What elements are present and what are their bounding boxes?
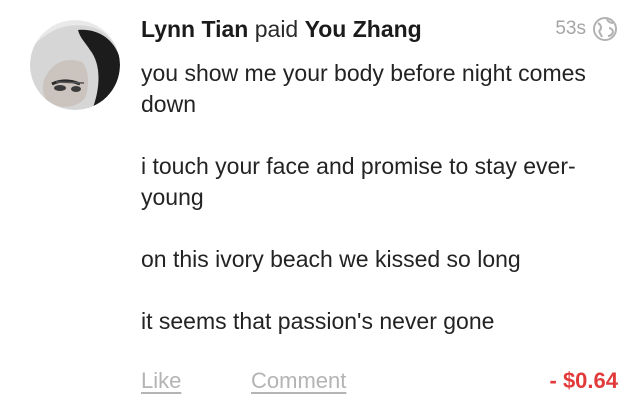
message-line: it seems that passion's never gone	[141, 308, 495, 334]
globe-icon	[593, 17, 617, 41]
avatar[interactable]	[30, 20, 120, 110]
story-meta: 53s	[555, 16, 618, 42]
payment-message: you show me your body before night comes…	[141, 58, 611, 368]
payment-amount: - $0.64	[549, 368, 619, 393]
avatar-photo	[30, 20, 120, 110]
story-header: Lynn Tian paid You Zhang 53s	[141, 12, 618, 46]
target-name-link[interactable]: You Zhang	[305, 16, 422, 42]
story-verb: paid	[254, 16, 299, 42]
message-line: you show me your body before night comes…	[141, 60, 586, 117]
actor-name-link[interactable]: Lynn Tian	[141, 16, 248, 42]
message-line: i touch your face and promise to stay ev…	[141, 153, 576, 210]
story-actions: Like Comment - $0.64	[141, 368, 618, 400]
story-title: Lynn Tian paid You Zhang	[141, 12, 618, 46]
like-button[interactable]: Like	[141, 368, 181, 394]
message-line: on this ivory beach we kissed so long	[141, 246, 521, 272]
story-timestamp: 53s	[555, 18, 586, 39]
comment-button[interactable]: Comment	[251, 368, 346, 394]
